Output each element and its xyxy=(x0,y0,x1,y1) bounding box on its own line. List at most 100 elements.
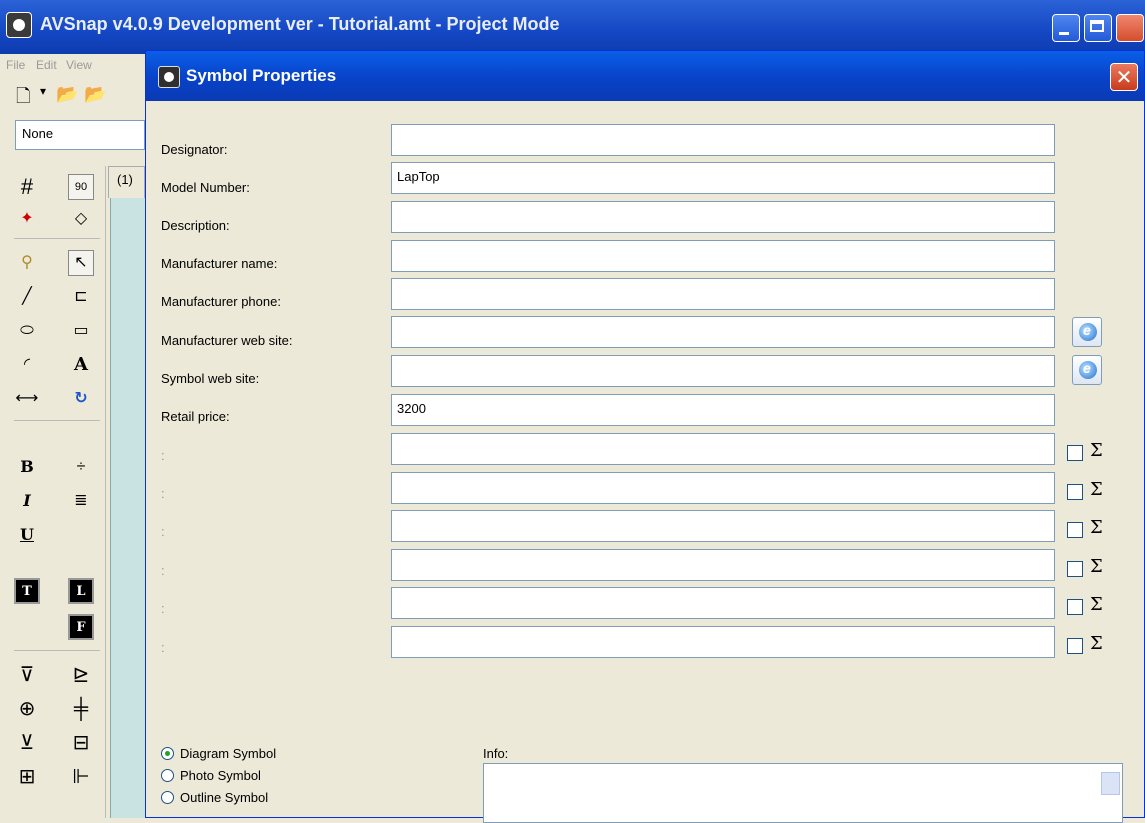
model-number-field[interactable]: LapTop xyxy=(391,162,1055,194)
symbol-web-open-button[interactable] xyxy=(1072,355,1102,385)
symbol-tool-2-icon[interactable]: ⊵ xyxy=(68,662,94,688)
manufacturer-web-open-button[interactable] xyxy=(1072,317,1102,347)
custom-field-input[interactable] xyxy=(391,587,1055,619)
grid-icon[interactable]: # xyxy=(14,174,40,200)
menu-edit[interactable]: Edit xyxy=(36,58,57,72)
minimize-button[interactable] xyxy=(1052,14,1080,42)
radio-unselected[interactable] xyxy=(161,769,174,782)
manufacturer-phone-field[interactable] xyxy=(391,278,1055,310)
custom-field-input[interactable] xyxy=(391,549,1055,581)
l-button[interactable]: L xyxy=(68,578,94,604)
line-icon[interactable]: ╱ xyxy=(14,284,40,310)
toolbox-divider xyxy=(14,420,100,421)
bold-icon[interactable]: B xyxy=(14,454,40,480)
symbol-tool-5-icon[interactable]: ⊻ xyxy=(14,730,40,756)
browser-icon xyxy=(1079,360,1097,379)
symbol-tool-7-icon[interactable]: ⊞ xyxy=(14,764,40,790)
custom-field-checkbox[interactable] xyxy=(1067,484,1083,500)
radio-unselected[interactable] xyxy=(161,791,174,804)
underline-icon[interactable]: U xyxy=(14,522,40,548)
open-folder-icon[interactable]: 📂 xyxy=(56,84,78,105)
custom-field-input[interactable] xyxy=(391,433,1055,465)
maximize-button[interactable] xyxy=(1084,14,1112,42)
rectangle-icon[interactable]: ▭ xyxy=(68,318,94,344)
manufacturer-name-field[interactable] xyxy=(391,240,1055,272)
layer-combo[interactable]: None xyxy=(15,120,145,150)
app-icon[interactable] xyxy=(6,12,32,38)
custom-field-label: : xyxy=(161,448,165,463)
custom-field-checkbox[interactable] xyxy=(1067,522,1083,538)
dialog-close-button[interactable]: ✕ xyxy=(1110,63,1138,91)
f-button[interactable]: F xyxy=(68,614,94,640)
connector-icon[interactable]: ⊏ xyxy=(68,284,94,310)
manufacturer-web-site-label: Manufacturer web site: xyxy=(161,333,293,348)
sum-icon[interactable]: Σ xyxy=(1090,633,1103,654)
sum-icon[interactable]: Σ xyxy=(1090,594,1103,615)
scroll-up-arrow[interactable] xyxy=(1101,772,1120,795)
dialog-app-icon xyxy=(158,66,180,88)
designator-label: Designator: xyxy=(161,142,228,157)
symbol-tool-6-icon[interactable]: ⊟ xyxy=(68,730,94,756)
sum-icon[interactable]: Σ xyxy=(1090,479,1103,500)
photo-symbol-option[interactable]: Photo Symbol xyxy=(161,768,261,783)
custom-field-checkbox[interactable] xyxy=(1067,561,1083,577)
radio-selected[interactable] xyxy=(161,747,174,760)
custom-field-input[interactable] xyxy=(391,472,1055,504)
symbol-web-site-field[interactable] xyxy=(391,355,1055,387)
pointer-icon[interactable]: ↖ xyxy=(68,250,94,276)
outline-symbol-option[interactable]: Outline Symbol xyxy=(161,790,268,805)
main-close-button[interactable] xyxy=(1116,14,1144,42)
ellipse-icon[interactable]: ⬭ xyxy=(14,318,40,344)
t-button[interactable]: T xyxy=(14,578,40,604)
toolbox-divider xyxy=(14,238,100,239)
dimension-icon[interactable]: ⟷ xyxy=(14,386,40,412)
designator-field[interactable] xyxy=(391,124,1055,156)
new-file-icon[interactable]: 🗋 xyxy=(16,84,30,114)
main-titlebar: AVSnap v4.0.9 Development ver - Tutorial… xyxy=(0,0,1145,54)
symbol-tool-3-icon[interactable]: ⊕ xyxy=(14,696,40,722)
main-window-title: AVSnap v4.0.9 Development ver - Tutorial… xyxy=(40,14,560,34)
arc-icon[interactable]: ◜ xyxy=(14,352,40,378)
node-icon[interactable]: ✦ xyxy=(14,206,40,232)
manufacturer-web-site-field[interactable] xyxy=(391,316,1055,348)
custom-field-checkbox[interactable] xyxy=(1067,445,1083,461)
menu-view[interactable]: View xyxy=(66,58,92,72)
align-icon[interactable]: ≣ xyxy=(68,488,94,514)
diagram-symbol-option[interactable]: Diagram Symbol xyxy=(161,746,276,761)
custom-field-input[interactable] xyxy=(391,510,1055,542)
rotate-90-button[interactable]: 90 xyxy=(68,174,94,200)
rotate-icon[interactable]: ↻ xyxy=(68,386,94,412)
custom-field-label: : xyxy=(161,640,165,655)
menu-file[interactable]: File xyxy=(6,58,25,72)
sum-icon[interactable]: Σ xyxy=(1090,556,1103,577)
custom-field-label: : xyxy=(161,524,165,539)
custom-field-checkbox[interactable] xyxy=(1067,638,1083,654)
description-field[interactable] xyxy=(391,201,1055,233)
symbol-tool-8-icon[interactable]: ⊩ xyxy=(68,764,94,790)
page-tab[interactable]: (1) xyxy=(108,166,145,198)
zoom-icon[interactable]: ⚲ xyxy=(14,250,40,276)
italic-icon[interactable]: I xyxy=(14,488,40,514)
browser-icon xyxy=(1079,322,1097,341)
tag-icon[interactable]: ◇ xyxy=(68,206,94,232)
custom-field-label: : xyxy=(161,601,165,616)
drawing-canvas[interactable] xyxy=(110,198,146,818)
open-folder-plus-icon[interactable]: 📂 xyxy=(84,84,106,105)
retail-price-field[interactable]: 3200 xyxy=(391,394,1055,426)
info-textarea[interactable] xyxy=(483,763,1123,823)
toolbox-divider xyxy=(14,650,100,651)
custom-field-label: : xyxy=(161,486,165,501)
sum-icon[interactable]: Σ xyxy=(1090,440,1103,461)
sum-icon[interactable]: Σ xyxy=(1090,517,1103,538)
custom-field-input[interactable] xyxy=(391,626,1055,658)
strikethrough-icon[interactable]: ÷ xyxy=(68,454,94,480)
symbol-tool-1-icon[interactable]: ⊽ xyxy=(14,662,40,688)
dialog-titlebar[interactable]: Symbol Properties ✕ xyxy=(146,51,1144,101)
dropdown-arrow-icon[interactable]: ▾ xyxy=(40,84,46,98)
custom-field-checkbox[interactable] xyxy=(1067,599,1083,615)
text-tool-icon[interactable]: A xyxy=(68,352,94,378)
info-label: Info: xyxy=(483,746,509,761)
symbol-tool-4-icon[interactable]: ╪ xyxy=(68,696,94,722)
description-label: Description: xyxy=(161,218,230,233)
menubar: File Edit View xyxy=(0,54,145,78)
